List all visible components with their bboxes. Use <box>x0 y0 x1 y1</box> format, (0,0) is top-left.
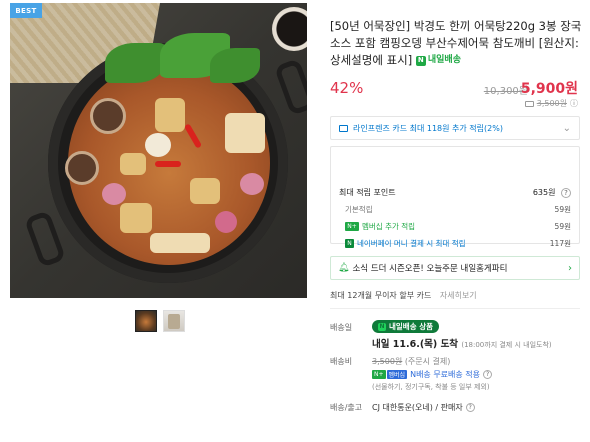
fishcake <box>225 113 265 153</box>
n-plus-membership-icon: N+ 멤버십 <box>372 370 408 379</box>
carrier-info: CJ 대한통운(오네) / 판매자 ? <box>372 402 475 413</box>
shipping-price-line: 3,500원 ⓘ <box>524 98 578 109</box>
fishcake <box>150 233 210 253</box>
naverpay-icon: N <box>345 239 354 248</box>
points-row-membership: N+ 멤버십 추가 적립 59원 <box>339 221 571 232</box>
today-delivery-label: 내일배송 <box>427 55 461 65</box>
naverpay-link[interactable]: 네이버페이 머니 결제 시 최대 적립 <box>357 238 466 249</box>
points-row-basic: 기본적립 59원 <box>339 204 571 215</box>
thumbnail-2[interactable] <box>163 310 185 332</box>
delivery-badge-text: 내일배송 상품 <box>389 322 434 331</box>
best-badge: BEST <box>10 3 42 18</box>
installment-more-link[interactable]: 자세히보기 <box>440 291 477 300</box>
help-icon[interactable]: ? <box>483 370 493 379</box>
n-icon: N <box>378 322 386 331</box>
shipping-fee: 3,500원 (주문시 결제) <box>372 356 450 367</box>
arrival-text: 내일 11.6.(목) 도착 <box>372 339 459 350</box>
thumbnail-1[interactable] <box>135 310 157 332</box>
fee-amount: 3,500원 <box>372 357 403 366</box>
notice-text: 소식 드더 시즌오픈! 오늘주문 내일홈게파티 <box>352 264 508 274</box>
fishcake <box>190 178 220 204</box>
chevron-down-icon: ⌄ <box>562 122 571 134</box>
card-icon <box>339 124 348 132</box>
today-delivery-tag: N 내일배송 <box>415 52 461 69</box>
points-row-label: 기본적립 <box>345 205 373 214</box>
free-shipping-text: N배송 무료배송 적용 <box>410 370 481 379</box>
mushroom <box>65 151 99 185</box>
points-row-naverpay: N 네이버페이 머니 결제 시 최대 적립 117원 <box>339 238 571 249</box>
n-plus-icon: N <box>415 55 426 66</box>
fee-label: 배송비 <box>330 357 353 366</box>
notice-banner[interactable]: 🔔︎ 소식 드더 시즌오픈! 오늘주문 내일홈게파티 › <box>330 256 580 280</box>
points-header-value: 635원 <box>532 188 556 197</box>
discount-rate: 42% <box>330 79 364 97</box>
info-icon[interactable]: ⓘ <box>570 98 578 109</box>
arrival-note: (18:00까지 결제 시 내일도착) <box>461 341 552 349</box>
chili-slice <box>155 161 181 167</box>
chevron-right-icon: › <box>568 262 572 274</box>
pink-fishcake <box>102 183 126 205</box>
carrier-text: CJ 대한통운(오네) / 판매자 <box>372 403 463 412</box>
fishcake <box>155 98 185 132</box>
product-title: [50년 어묵장인] 박경도 한끼 어묵탕220g 3봉 장국소스 포함 캠핑오… <box>330 18 582 69</box>
delivery-badge: N 내일배송 상품 <box>372 320 440 333</box>
garnish-leaf <box>210 48 260 83</box>
pink-fishcake <box>215 211 237 233</box>
points-row-value: 59원 <box>554 205 571 214</box>
arrival-date: 내일 11.6.(목) 도착 (18:00까지 결제 시 내일도착) <box>372 336 552 350</box>
points-panel: 최대 적립 포인트 635원 ? 기본적립 59원 N+ 멤버십 추가 적립 5… <box>330 146 580 248</box>
points-header-label: 최대 적립 포인트 <box>339 188 396 197</box>
membership-link[interactable]: 멤버십 추가 적립 <box>362 221 415 232</box>
points-row-value: 59원 <box>554 222 571 231</box>
final-price: 5,900원 <box>520 81 578 97</box>
bell-icon: 🔔︎ <box>338 263 350 273</box>
card-benefit-banner[interactable]: 라인프렌즈 카드 최대 118원 추가 적립(2%) ⌄ <box>330 116 580 140</box>
pink-fishcake <box>240 173 264 195</box>
quail-egg <box>145 133 171 157</box>
mushroom <box>90 98 126 134</box>
points-row-value: 117원 <box>549 239 571 248</box>
points-header: 최대 적립 포인트 635원 ? <box>339 187 571 198</box>
truck-icon <box>524 100 534 107</box>
fee-condition: (주문시 결제) <box>404 357 451 366</box>
thumbnail-strip <box>135 310 185 332</box>
card-benefit-text: 라인프렌즈 카드 최대 118원 추가 적립(2%) <box>353 123 503 133</box>
divider <box>330 308 580 309</box>
installment-info: 최대 12개월 무이자 할부 카드 자세히보기 <box>330 290 477 301</box>
fishcake <box>120 153 146 175</box>
delivery-label: 배송일 <box>330 323 353 332</box>
n-plus-icon: N+ <box>345 222 359 231</box>
free-shipping-sub: (선물하기, 정기구독, 착불 등 일부 제외) <box>372 383 490 391</box>
shipping-struck: 3,500원 <box>536 99 567 108</box>
help-icon[interactable]: ? <box>465 403 475 412</box>
product-main-image <box>10 3 307 298</box>
fishcake <box>120 203 152 233</box>
carrier-label: 배송/출고 <box>330 403 363 412</box>
help-icon[interactable]: ? <box>561 188 571 198</box>
garnish-leaf <box>105 43 165 83</box>
installment-text: 최대 12개월 무이자 할부 카드 <box>330 291 432 300</box>
free-shipping-line: N+ 멤버십 N배송 무료배송 적용 ? <box>372 369 493 380</box>
